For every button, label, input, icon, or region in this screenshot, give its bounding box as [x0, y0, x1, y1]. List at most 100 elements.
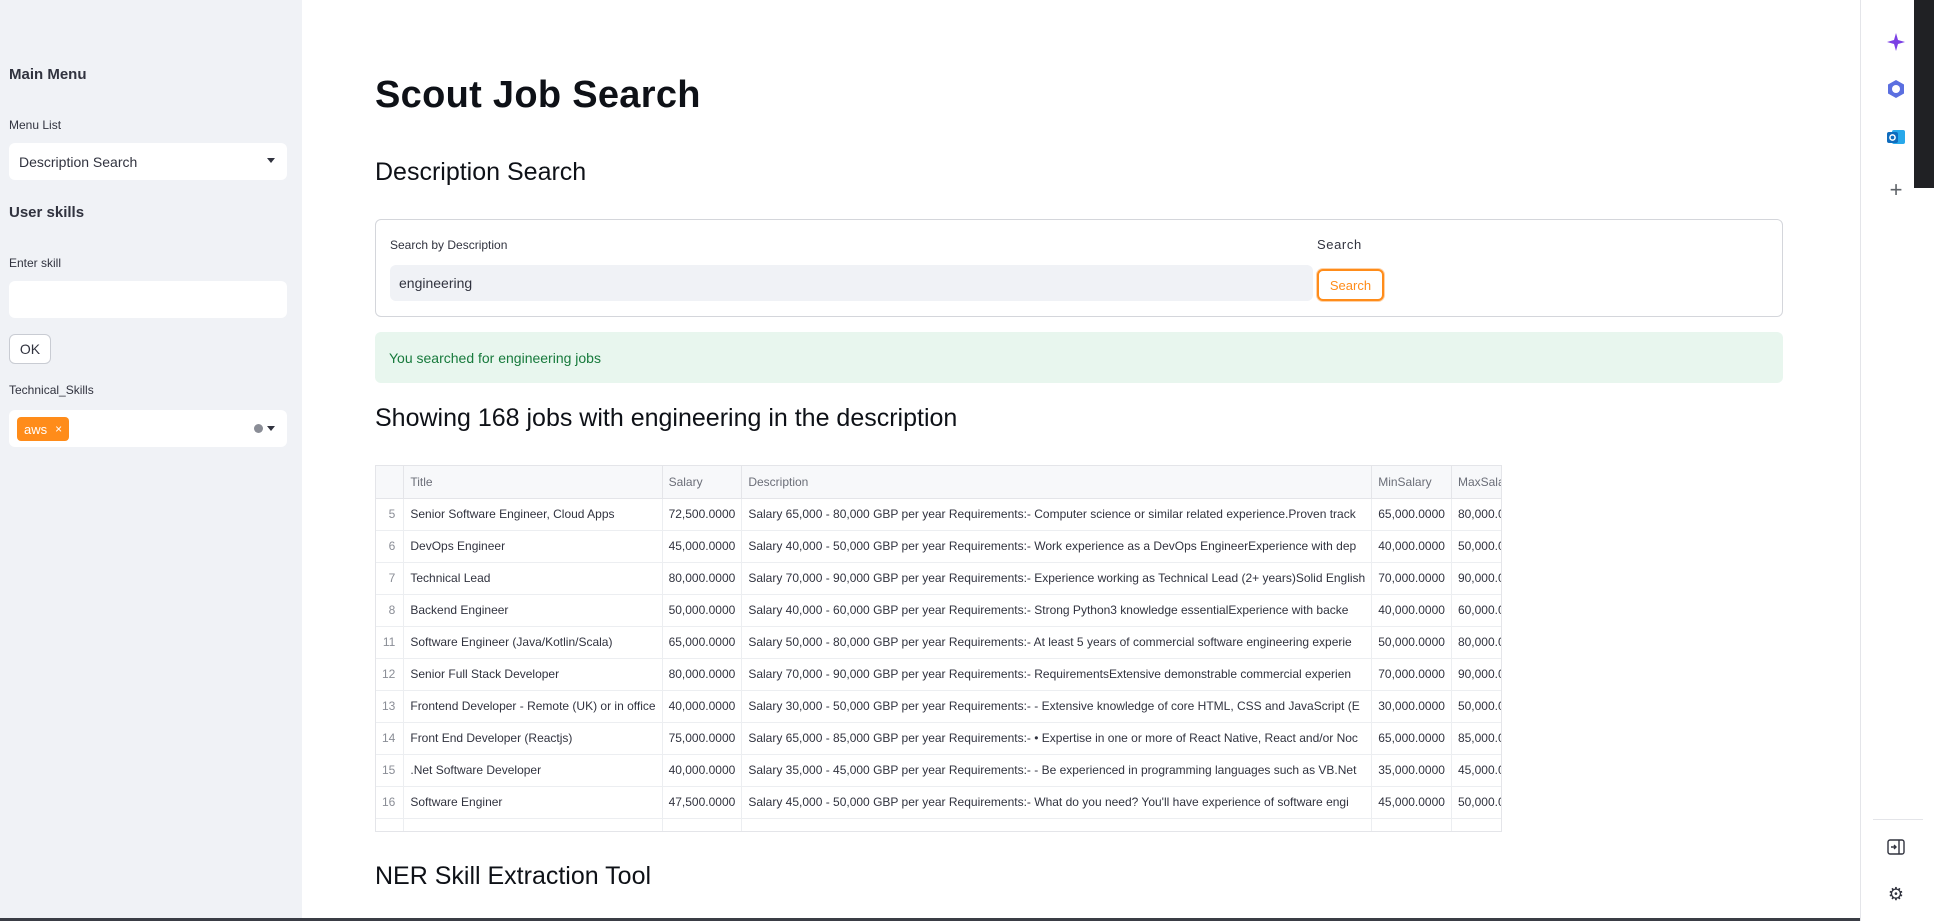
- table-cell[interactable]: 80,000.0000: [1451, 626, 1501, 659]
- table-cell[interactable]: DevOps Engineer: [403, 530, 663, 563]
- table-cell[interactable]: 50,000.0000: [662, 594, 743, 627]
- table-cell[interactable]: 35,000.0000: [1371, 754, 1452, 787]
- column-header[interactable]: Description: [741, 466, 1373, 499]
- table-cell[interactable]: Salary 65,000 - 80,000 GBP per year Requ…: [741, 498, 1373, 531]
- table-cell[interactable]: Salary 70,000 - 90,000 GBP per year Requ…: [741, 658, 1373, 691]
- copilot-icon[interactable]: [1886, 79, 1906, 99]
- main-content: Scout Job Search Description Search Sear…: [302, 0, 1860, 921]
- sidebar-toggle-icon[interactable]: [1886, 837, 1906, 857]
- table-cell[interactable]: 90,000.0000: [1451, 658, 1501, 691]
- plus-icon[interactable]: +: [1886, 177, 1906, 202]
- table-cell[interactable]: [403, 818, 663, 831]
- column-header[interactable]: MinSalary: [1371, 466, 1452, 499]
- table-cell[interactable]: Salary 70,000 - 90,000 GBP per year Requ…: [741, 562, 1373, 595]
- table-row[interactable]: 12 Senior Full Stack Developer 80,000.0000…: [376, 658, 1501, 691]
- table-cell[interactable]: Front End Developer (Reactjs): [403, 722, 663, 755]
- table-cell[interactable]: 65,000.0000: [1371, 498, 1452, 531]
- search-button-label: Search: [1317, 237, 1362, 252]
- table-cell[interactable]: 80,000.0000: [662, 562, 743, 595]
- column-header[interactable]: [376, 466, 405, 499]
- table-cell[interactable]: Salary 50,000 - 80,000 GBP per year Requ…: [741, 626, 1373, 659]
- table-cell[interactable]: Frontend Developer - Remote (UK) or in o…: [403, 690, 663, 723]
- outlook-icon[interactable]: [1886, 127, 1906, 147]
- table-row[interactable]: 15 .Net Software Developer 40,000.0000 Sala…: [376, 754, 1501, 787]
- table-row[interactable]: 7 Technical Lead 80,000.0000 Salary 70,000 …: [376, 562, 1501, 595]
- table-cell[interactable]: [1371, 818, 1452, 831]
- table-cell[interactable]: Salary 40,000 - 50,000 GBP per year Requ…: [741, 530, 1373, 563]
- table-cell[interactable]: 70,000.0000: [1371, 658, 1452, 691]
- table-cell[interactable]: 40,000.0000: [662, 754, 743, 787]
- table-cell[interactable]: 80,000.0000: [1451, 498, 1501, 531]
- table-cell[interactable]: Salary 40,000 - 60,000 GBP per year Requ…: [741, 594, 1373, 627]
- row-index: [376, 818, 405, 831]
- table-cell[interactable]: [1451, 818, 1501, 831]
- table-cell[interactable]: 30,000.0000: [1371, 690, 1452, 723]
- table-cell[interactable]: 45,000.0000: [1371, 786, 1452, 819]
- table-cell[interactable]: 40,000.0000: [1371, 530, 1452, 563]
- table-cell[interactable]: 50,000.0000: [1451, 786, 1501, 819]
- table-cell[interactable]: 47,500.0000: [662, 786, 743, 819]
- table-row[interactable]: 5 Senior Software Engineer, Cloud Apps 72,…: [376, 498, 1501, 531]
- table-cell[interactable]: 50,000.0000: [1451, 530, 1501, 563]
- table-cell[interactable]: 75,000.0000: [662, 722, 743, 755]
- gear-icon[interactable]: ⚙: [1886, 884, 1906, 904]
- table-row[interactable]: 16 Software Enginer 47,500.0000 Salary 45,0…: [376, 786, 1501, 819]
- search-field-label: Search by Description: [390, 238, 508, 252]
- table-cell[interactable]: Salary 30,000 - 50,000 GBP per year Requ…: [741, 690, 1373, 723]
- chevron-down-icon: [267, 158, 275, 163]
- table-cell[interactable]: Backend Engineer: [403, 594, 663, 627]
- table-cell[interactable]: .Net Software Developer: [403, 754, 663, 787]
- column-header[interactable]: Salary: [662, 466, 743, 499]
- row-index: 15: [376, 754, 405, 787]
- table-cell[interactable]: 90,000.0000: [1451, 562, 1501, 595]
- table-cell[interactable]: Salary 35,000 - 45,000 GBP per year Requ…: [741, 754, 1373, 787]
- table-cell[interactable]: 50,000.0000: [1371, 626, 1452, 659]
- table-cell[interactable]: 85,000.0000: [1451, 722, 1501, 755]
- table-cell[interactable]: 65,000.0000: [1371, 722, 1452, 755]
- table-row[interactable]: [376, 818, 1501, 831]
- technical-skills-multiselect[interactable]: aws ×: [9, 410, 287, 447]
- menu-list-select[interactable]: Description Search: [9, 143, 287, 180]
- row-index: 8: [376, 594, 405, 627]
- skill-tag[interactable]: aws ×: [17, 417, 70, 441]
- enter-skill-input[interactable]: [9, 281, 287, 318]
- table-cell[interactable]: Software Enginer: [403, 786, 663, 819]
- clear-icon[interactable]: [254, 424, 263, 433]
- results-table[interactable]: TitleSalaryDescriptionMinSalaryMaxSalary…: [375, 465, 1502, 832]
- table-cell[interactable]: 45,000.0000: [1451, 754, 1501, 787]
- sidebar: Main Menu Menu List Description Search U…: [0, 0, 302, 921]
- table-cell[interactable]: 80,000.0000: [662, 658, 743, 691]
- table-cell[interactable]: 40,000.0000: [662, 690, 743, 723]
- sparkle-icon[interactable]: [1886, 32, 1906, 52]
- table-row[interactable]: 6 DevOps Engineer 45,000.0000 Salary 40,000…: [376, 530, 1501, 563]
- table-cell[interactable]: 65,000.0000: [662, 626, 743, 659]
- table-cell[interactable]: 72,500.0000: [662, 498, 743, 531]
- table-cell[interactable]: 60,000.0000: [1451, 594, 1501, 627]
- table-row[interactable]: 11 Software Engineer (Java/Kotlin/Scala) 6…: [376, 626, 1501, 659]
- table-cell[interactable]: Technical Lead: [403, 562, 663, 595]
- user-skills-heading: User skills: [9, 204, 85, 221]
- table-cell[interactable]: 70,000.0000: [1371, 562, 1452, 595]
- ok-button[interactable]: OK: [9, 334, 51, 364]
- table-row[interactable]: 13 Frontend Developer - Remote (UK) or in…: [376, 690, 1501, 723]
- table-cell[interactable]: 45,000.0000: [662, 530, 743, 563]
- chevron-down-icon[interactable]: [267, 426, 275, 431]
- table-cell[interactable]: Salary 45,000 - 50,000 GBP per year Requ…: [741, 786, 1373, 819]
- table-cell[interactable]: 40,000.0000: [1371, 594, 1452, 627]
- row-index: 12: [376, 658, 405, 691]
- table-cell[interactable]: Software Engineer (Java/Kotlin/Scala): [403, 626, 663, 659]
- results-heading: Showing 168 jobs with engineering in the…: [375, 404, 958, 432]
- search-input[interactable]: engineering: [390, 265, 1313, 301]
- table-row[interactable]: 14 Front End Developer (Reactjs) 75,000.00…: [376, 722, 1501, 755]
- table-cell[interactable]: Salary 65,000 - 85,000 GBP per year Requ…: [741, 722, 1373, 755]
- column-header[interactable]: MaxSalary: [1451, 466, 1501, 499]
- column-header[interactable]: Title: [403, 466, 663, 499]
- table-cell[interactable]: 50,000.0000: [1451, 690, 1501, 723]
- close-icon[interactable]: ×: [55, 422, 62, 436]
- table-cell[interactable]: Senior Full Stack Developer: [403, 658, 663, 691]
- search-button[interactable]: Search: [1317, 269, 1384, 301]
- table-cell[interactable]: Senior Software Engineer, Cloud Apps: [403, 498, 663, 531]
- table-row[interactable]: 8 Backend Engineer 50,000.0000 Salary 40,00…: [376, 594, 1501, 627]
- table-cell[interactable]: [662, 818, 743, 831]
- table-cell[interactable]: [741, 818, 1373, 831]
